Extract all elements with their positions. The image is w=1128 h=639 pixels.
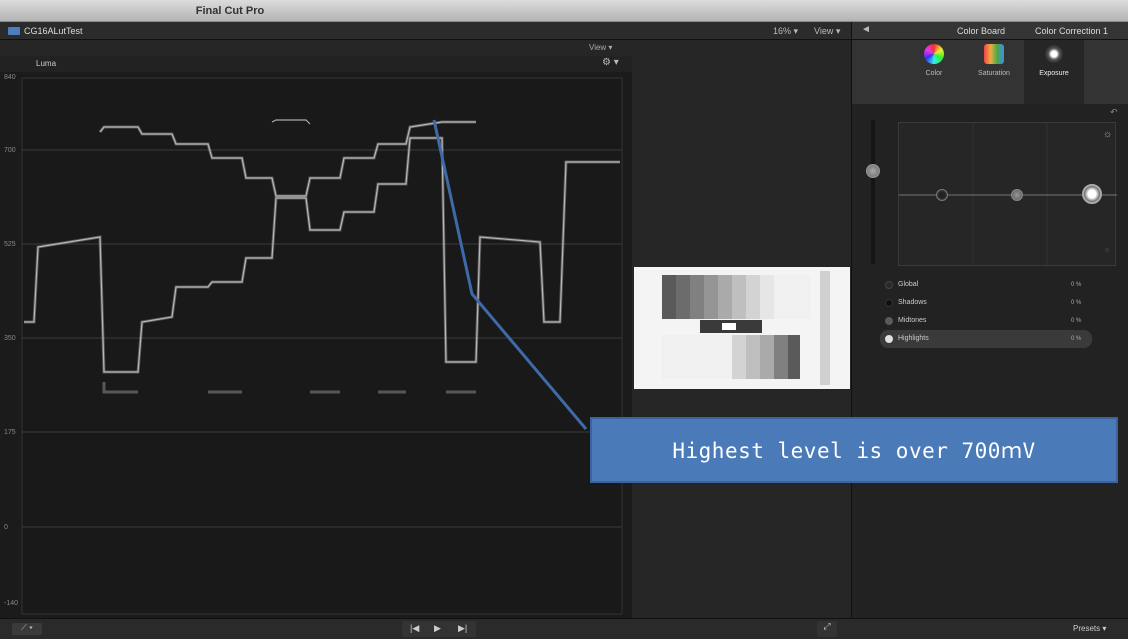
saturation-icon <box>984 44 1004 64</box>
range-label-global: Global <box>898 281 919 288</box>
tab-exposure[interactable]: Exposure <box>1024 40 1084 104</box>
bottom-toolbar: ⟋ ▾ |◀ ▶ ▶| ⤢ Presets ▾ <box>0 618 1128 639</box>
fullscreen-icon[interactable]: ⤢ <box>817 621 837 637</box>
range-label-highlights: Highlights <box>898 335 929 342</box>
reset-icon[interactable]: ↶ <box>1110 107 1118 118</box>
midtones-dot-icon <box>885 317 893 325</box>
go-to-end-icon[interactable]: ▶| <box>458 623 467 634</box>
range-value-highlights: 0 % <box>1071 336 1082 342</box>
range-label-shadows: Shadows <box>898 299 927 306</box>
range-value-global: 0 % <box>1071 282 1082 288</box>
scope-view-menu[interactable]: View ▾ <box>589 43 612 52</box>
tab-exposure-label: Exposure <box>1039 70 1069 77</box>
midtones-puck[interactable] <box>1011 189 1023 201</box>
enhancements-menu[interactable]: ⟋ ▾ <box>12 623 42 635</box>
range-list: Global 0 % Shadows 0 % Midtones 0 % High… <box>880 276 1092 348</box>
range-row-global[interactable]: Global 0 % <box>880 276 1092 294</box>
inspector-title: Color Board <box>957 26 1006 36</box>
app-title: Final Cut Pro <box>195 5 265 17</box>
scope-title-bar: Luma ⚙ ▾ <box>0 56 632 72</box>
axis-label-525: 525 <box>4 241 16 248</box>
luma-waveform: 840 700 525 350 175 0 -140 <box>0 72 632 618</box>
axis-label-0: 0 <box>4 524 8 531</box>
viewer-view-menu[interactable]: View ▾ <box>814 26 840 37</box>
highlights-puck[interactable] <box>1082 184 1102 204</box>
annotation-callout: Highest level is over 700ｍV <box>590 417 1118 483</box>
range-label-midtones: Midtones <box>898 317 927 324</box>
axis-label-840: 840 <box>4 74 16 81</box>
transport-controls: |◀ ▶ ▶| <box>402 621 476 637</box>
back-icon[interactable]: ◄ <box>861 24 871 35</box>
master-exposure-puck[interactable] <box>866 164 880 178</box>
exposure-icon <box>1044 44 1064 64</box>
range-row-midtones[interactable]: Midtones 0 % <box>880 312 1092 330</box>
video-frame[interactable] <box>634 267 850 389</box>
range-value-shadows: 0 % <box>1071 300 1082 306</box>
shadows-puck[interactable] <box>936 189 948 201</box>
exposure-board: ↶ ☼ ○ Global 0 % Shadows 0 % Midtones 0 … <box>852 104 1128 618</box>
highlights-dot-icon <box>885 335 893 343</box>
color-board-tabs: Color Saturation Exposure <box>852 40 1128 104</box>
inspector-panel: ◄ Color Board Color Correction 1 Color S… <box>851 22 1128 618</box>
title-bar: Final Cut Pro <box>0 0 1128 22</box>
annotation-text: Highest level is over 700ｍV <box>672 439 1036 463</box>
test-chart-image <box>634 267 850 389</box>
clip-name: CG16ALutTest <box>24 26 83 36</box>
dark-icon: ○ <box>1105 247 1110 254</box>
go-to-start-icon[interactable]: |◀ <box>410 623 419 634</box>
tab-saturation-label: Saturation <box>978 70 1010 77</box>
zoom-menu[interactable]: 16% ▾ <box>773 26 798 37</box>
tab-color-label: Color <box>925 70 943 77</box>
tab-saturation[interactable]: Saturation <box>964 40 1024 104</box>
scope-type-label: Luma <box>36 59 57 68</box>
axis-label-700: 700 <box>4 147 16 154</box>
film-icon <box>8 27 20 35</box>
presets-menu[interactable]: Presets ▾ <box>1073 624 1106 633</box>
range-value-midtones: 0 % <box>1071 318 1082 324</box>
axis-label-175: 175 <box>4 429 16 436</box>
axis-label-350: 350 <box>4 335 16 342</box>
waveform-graph <box>21 77 623 615</box>
play-icon[interactable]: ▶ <box>434 623 441 634</box>
master-exposure-track[interactable] <box>871 120 875 264</box>
shadows-dot-icon <box>885 299 893 307</box>
inspector-header: ◄ Color Board Color Correction 1 <box>852 22 1128 40</box>
color-wheel-icon <box>924 44 944 64</box>
viewer-header: CG16ALutTest 16% ▾ View ▾ <box>0 22 851 40</box>
axis-label-minus-140: -140 <box>4 600 19 607</box>
global-dot-icon <box>885 281 893 289</box>
sun-icon: ☼ <box>1103 129 1113 140</box>
scope-header: View ▾ <box>0 40 632 56</box>
range-row-highlights[interactable]: Highlights 0 % <box>880 330 1092 348</box>
correction-name: Color Correction 1 <box>1035 26 1109 36</box>
tab-color[interactable]: Color <box>904 40 964 104</box>
range-row-shadows[interactable]: Shadows 0 % <box>880 294 1092 312</box>
gear-icon[interactable]: ⚙ ▾ <box>602 57 619 68</box>
